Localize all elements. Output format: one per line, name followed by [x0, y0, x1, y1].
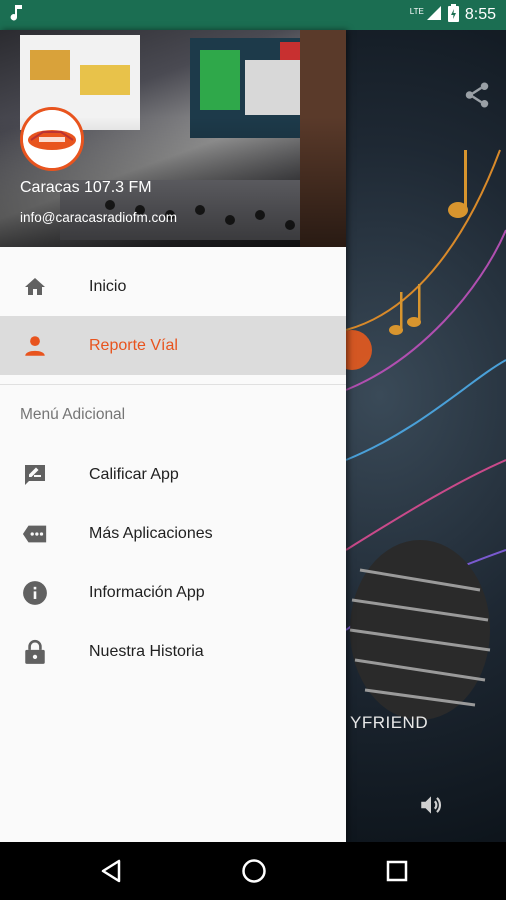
more-apps-icon [22, 521, 48, 547]
menu-item-label: Calificar App [89, 465, 179, 483]
menu-item-informacion-app[interactable]: Información App [0, 563, 346, 622]
signal-icon [426, 5, 442, 26]
menu-item-label: Información App [89, 583, 205, 601]
menu-item-mas-aplicaciones[interactable]: Más Aplicaciones [0, 504, 346, 563]
home-circle-icon[interactable] [239, 856, 269, 886]
home-icon [22, 274, 48, 300]
menu-item-reporte-vial[interactable]: Reporte Víal [0, 316, 346, 375]
info-icon [22, 580, 48, 606]
now-playing-text: YFRIEND [350, 713, 429, 732]
section-title: Menú Adicional [20, 406, 126, 423]
station-name: Caracas 107.3 FM [20, 179, 152, 196]
person-icon [22, 333, 48, 359]
station-email[interactable]: info@caracasradiofm.com [20, 210, 177, 225]
share-icon[interactable] [462, 80, 492, 110]
drawer-divider [0, 384, 346, 385]
status-time: 8:55 [464, 6, 496, 23]
rate-review-icon [22, 462, 48, 488]
system-nav-bar [0, 842, 506, 900]
menu-item-label: Inicio [89, 277, 127, 295]
lock-icon [22, 639, 48, 665]
recents-icon[interactable] [382, 856, 412, 886]
back-icon[interactable] [97, 856, 127, 886]
battery-icon [447, 3, 459, 27]
menu-item-label: Nuestra Historia [89, 642, 204, 660]
station-logo [20, 107, 84, 171]
network-type: LTE [409, 6, 424, 16]
navigation-drawer: Caracas 107.3 FM info@caracasradiofm.com… [0, 30, 346, 842]
status-bar: LTE 8:55 [0, 0, 506, 30]
menu-item-calificar-app[interactable]: Calificar App [0, 445, 346, 504]
menu-item-label: Más Aplicaciones [89, 524, 213, 542]
menu-item-label: Reporte Víal [89, 336, 178, 354]
volume-icon[interactable] [418, 792, 444, 818]
music-note-icon [10, 4, 24, 27]
menu-item-inicio[interactable]: Inicio [0, 257, 346, 316]
drawer-header: Caracas 107.3 FM info@caracasradiofm.com [0, 30, 346, 247]
menu-item-nuestra-historia[interactable]: Nuestra Historia [0, 622, 346, 681]
